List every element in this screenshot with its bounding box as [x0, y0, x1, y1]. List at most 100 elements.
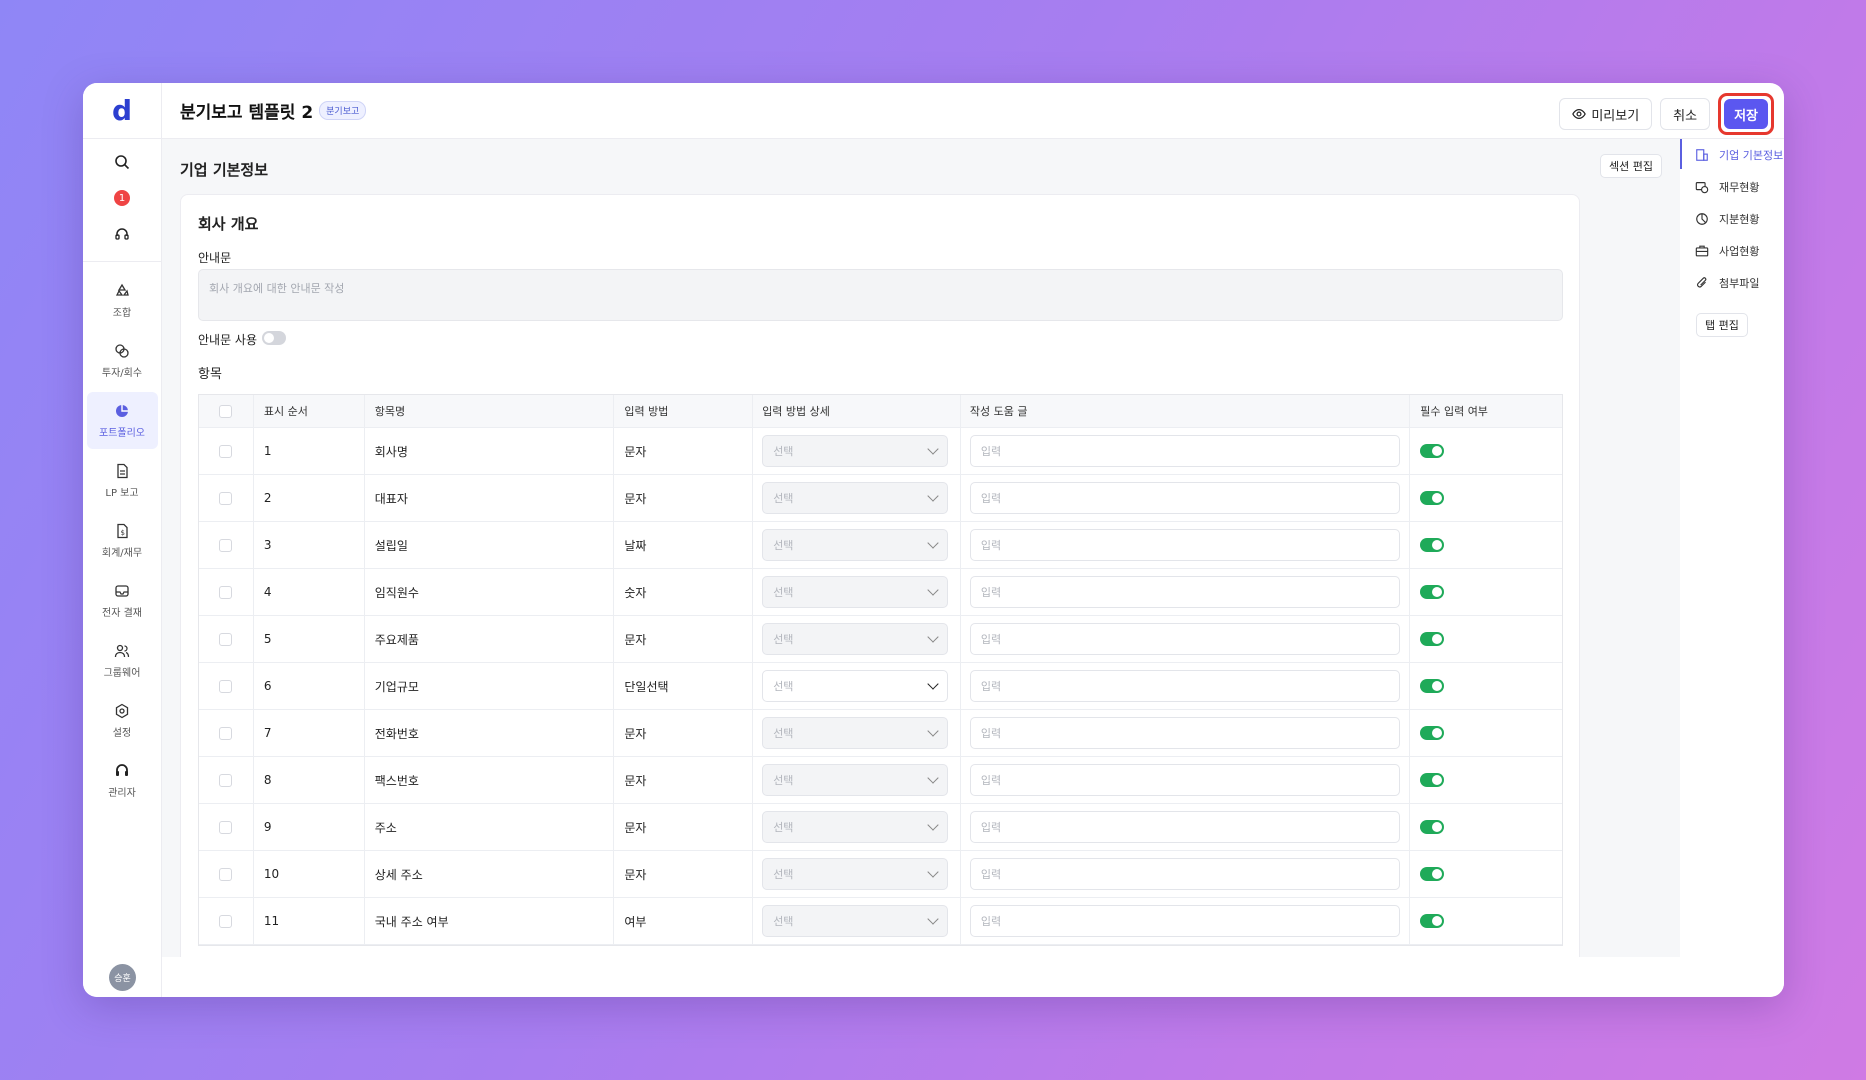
- app-window: d 1 조합 투자/회수 포트폴리오 LP 보고 $ 회계/재무 전자 결재 그…: [83, 83, 1784, 997]
- row-checkbox[interactable]: [219, 726, 233, 740]
- guide-toggle[interactable]: [262, 331, 286, 345]
- help-text-input[interactable]: 입력: [969, 811, 1400, 843]
- nav-item-lp-report[interactable]: LP 보고: [87, 452, 158, 509]
- help-text-input[interactable]: 입력: [969, 435, 1400, 467]
- row-checkbox[interactable]: [219, 773, 233, 787]
- method-detail-select[interactable]: 선택: [762, 858, 949, 890]
- tab-company-info[interactable]: 기업 기본정보: [1680, 139, 1784, 171]
- required-toggle[interactable]: [1420, 444, 1445, 458]
- row-checkbox[interactable]: [219, 444, 233, 458]
- help-text-input[interactable]: 입력: [969, 482, 1400, 514]
- select-placeholder: 선택: [773, 539, 794, 552]
- required-toggle[interactable]: [1420, 820, 1445, 834]
- table-row: 8 팩스번호 문자 선택 입력: [199, 757, 1562, 804]
- row-checkbox[interactable]: [219, 538, 233, 552]
- nav-item-label: LP 보고: [105, 487, 139, 499]
- method-detail-select[interactable]: 선택: [762, 623, 949, 655]
- required-toggle[interactable]: [1420, 773, 1445, 787]
- save-button[interactable]: 저장: [1724, 99, 1768, 129]
- template-tag: 분기보고: [319, 101, 367, 120]
- help-text-input[interactable]: 입력: [969, 623, 1400, 655]
- section-tabs-panel: 기업 기본정보 재무현황 지분현황 사업현황 첨부파일 탭 편집: [1680, 139, 1784, 997]
- nav-item-portfolio[interactable]: 포트폴리오: [86, 392, 158, 449]
- guide-textarea[interactable]: 회사 개요에 대한 안내문 작성: [198, 269, 1563, 321]
- table-header-row: 표시 순서 항목명 입력 방법 입력 방법 상세 작성 도움 글 필수 입력 여…: [199, 395, 1562, 428]
- tab-business[interactable]: 사업현황: [1680, 235, 1784, 267]
- row-checkbox[interactable]: [219, 820, 233, 834]
- row-checkbox[interactable]: [219, 679, 233, 693]
- row-item-name: 기업규모: [365, 663, 615, 709]
- app-logo[interactable]: d: [83, 83, 161, 139]
- search-icon[interactable]: [110, 149, 134, 175]
- avatar[interactable]: 승훈: [109, 964, 136, 991]
- tab-attachments[interactable]: 첨부파일: [1680, 267, 1784, 299]
- table-row: 9 주소 문자 선택 입력: [199, 804, 1562, 851]
- required-toggle[interactable]: [1420, 726, 1445, 740]
- method-detail-select[interactable]: 선택: [762, 811, 949, 843]
- row-order: 10: [254, 851, 365, 897]
- row-checkbox[interactable]: [219, 914, 233, 928]
- nav-item-fund[interactable]: 조합: [87, 272, 158, 329]
- required-toggle[interactable]: [1420, 679, 1445, 693]
- help-text-input[interactable]: 입력: [969, 905, 1400, 937]
- col-header-order: 표시 순서: [254, 395, 365, 427]
- help-text-input[interactable]: 입력: [969, 576, 1400, 608]
- required-toggle[interactable]: [1420, 491, 1445, 505]
- nav-item-groupware[interactable]: 그룹웨어: [87, 632, 158, 689]
- chevron-down-icon: [927, 584, 939, 596]
- nav-item-approval[interactable]: 전자 결재: [87, 572, 158, 629]
- method-detail-select[interactable]: 선택: [762, 717, 949, 749]
- required-toggle[interactable]: [1420, 914, 1445, 928]
- notification-badge[interactable]: 1: [110, 185, 134, 211]
- method-detail-select[interactable]: 선택: [762, 905, 949, 937]
- help-text-input[interactable]: 입력: [969, 529, 1400, 561]
- row-item-name: 대표자: [365, 475, 615, 521]
- required-toggle[interactable]: [1420, 538, 1445, 552]
- row-input-method: 여부: [614, 898, 754, 944]
- required-toggle[interactable]: [1420, 867, 1445, 881]
- help-text-input[interactable]: 입력: [969, 858, 1400, 890]
- nav-item-investment[interactable]: 투자/회수: [87, 332, 158, 389]
- tab-equity[interactable]: 지분현황: [1680, 203, 1784, 235]
- preview-button[interactable]: 미리보기: [1559, 98, 1653, 130]
- help-text-input[interactable]: 입력: [969, 764, 1400, 796]
- row-input-method: 숫자: [614, 569, 754, 615]
- nav-item-settings[interactable]: 설정: [87, 692, 158, 749]
- tab-label: 사업현황: [1719, 245, 1760, 258]
- row-order: 5: [254, 616, 365, 662]
- row-checkbox[interactable]: [219, 585, 233, 599]
- required-toggle[interactable]: [1420, 585, 1445, 599]
- row-checkbox[interactable]: [219, 491, 233, 505]
- method-detail-select[interactable]: 선택: [762, 529, 949, 561]
- nav-item-accounting[interactable]: $ 회계/재무: [87, 512, 158, 569]
- select-all-checkbox[interactable]: [219, 404, 233, 418]
- notification-count: 1: [114, 190, 130, 206]
- chevron-down-icon: [927, 490, 939, 502]
- tab-edit-button[interactable]: 탭 편집: [1696, 313, 1748, 337]
- nav-item-admin[interactable]: 관리자: [87, 752, 158, 809]
- inbox-icon: [115, 584, 129, 597]
- required-toggle[interactable]: [1420, 632, 1445, 646]
- row-checkbox[interactable]: [219, 867, 233, 881]
- tab-label: 기업 기본정보: [1719, 149, 1784, 162]
- row-input-method: 문자: [614, 851, 754, 897]
- method-detail-select[interactable]: 선택: [762, 576, 949, 608]
- headset-icon[interactable]: [110, 221, 134, 247]
- row-checkbox[interactable]: [219, 632, 233, 646]
- method-detail-select[interactable]: 선택: [762, 764, 949, 796]
- row-input-method: 단일선택: [614, 663, 754, 709]
- users-icon: [114, 644, 130, 657]
- section-edit-button[interactable]: 섹션 편집: [1600, 154, 1662, 178]
- method-detail-select[interactable]: 선택: [762, 435, 949, 467]
- method-detail-select[interactable]: 선택: [762, 482, 949, 514]
- chevron-down-icon: [927, 678, 939, 690]
- items-label: 항목: [198, 367, 222, 382]
- tab-financials[interactable]: 재무현황: [1680, 171, 1784, 203]
- select-placeholder: 선택: [773, 915, 794, 928]
- help-text-input[interactable]: 입력: [969, 670, 1400, 702]
- method-detail-select[interactable]: 선택: [762, 670, 949, 702]
- help-text-input[interactable]: 입력: [969, 717, 1400, 749]
- cancel-button[interactable]: 취소: [1660, 98, 1711, 130]
- row-input-method: 문자: [614, 616, 754, 662]
- coins-icon: [1695, 182, 1709, 194]
